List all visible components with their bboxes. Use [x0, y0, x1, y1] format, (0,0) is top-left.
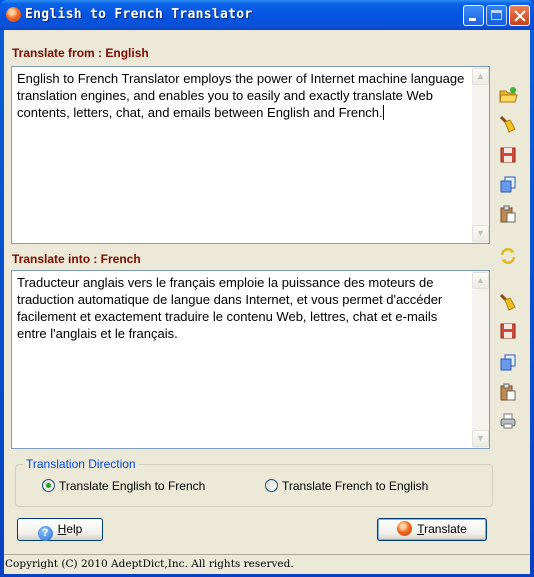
translate-button[interactable]: Translate: [377, 518, 487, 541]
clear-icon[interactable]: [498, 292, 518, 312]
translate-globe-icon: [397, 521, 413, 536]
radio-label: Translate English to French: [59, 479, 206, 493]
window-title: English to French Translator: [25, 7, 253, 22]
status-bar: Copyright (C) 2010 AdeptDict,Inc. All ri…: [4, 554, 530, 574]
source-text-input[interactable]: English to French Translator employs the…: [11, 66, 490, 244]
help-icon: ?: [37, 526, 53, 541]
copy-icon[interactable]: [498, 352, 518, 372]
app-globe-icon: [6, 7, 21, 22]
source-text: English to French Translator employs the…: [17, 71, 465, 120]
client-area: Translate from : English English to Fren…: [4, 30, 530, 574]
text-caret: [382, 105, 384, 120]
radio-unchecked-indicator[interactable]: [265, 479, 278, 492]
open-file-icon[interactable]: [498, 85, 518, 105]
minimize-button[interactable]: [463, 5, 484, 26]
scroll-down-button[interactable]: ▼: [472, 430, 489, 447]
scroll-down-button[interactable]: ▼: [472, 225, 489, 242]
scroll-up-button[interactable]: ▲: [472, 68, 489, 85]
clear-icon[interactable]: [498, 114, 518, 134]
title-bar[interactable]: English to French Translator: [0, 0, 534, 30]
paste-icon[interactable]: [498, 204, 518, 224]
source-scrollbar[interactable]: ▲ ▼: [472, 67, 489, 243]
maximize-button[interactable]: [486, 5, 507, 26]
direction-group-title: Translation Direction: [23, 457, 139, 471]
paste-icon[interactable]: [498, 382, 518, 402]
radio-english-to-french[interactable]: Translate English to French: [42, 479, 205, 493]
target-scrollbar[interactable]: ▲ ▼: [472, 271, 489, 448]
radio-french-to-english[interactable]: Translate French to English: [265, 479, 428, 493]
close-button[interactable]: [509, 5, 530, 26]
radio-checked-indicator[interactable]: [42, 479, 55, 492]
target-label: Translate into : French: [12, 252, 141, 266]
copy-icon[interactable]: [498, 174, 518, 194]
target-text: Traducteur anglais vers le français empl…: [17, 275, 443, 341]
target-text-output[interactable]: Traducteur anglais vers le français empl…: [11, 270, 490, 449]
app-window: English to French Translator Translate f…: [0, 0, 534, 577]
radio-label: Translate French to English: [282, 479, 429, 493]
source-label: Translate from : English: [12, 46, 149, 60]
copyright-text: Copyright (C) 2010 AdeptDict,Inc. All ri…: [5, 558, 294, 570]
save-icon[interactable]: [498, 145, 518, 165]
swap-icon[interactable]: [498, 246, 518, 266]
scroll-up-button[interactable]: ▲: [472, 272, 489, 289]
print-icon[interactable]: [498, 411, 518, 431]
help-button[interactable]: ? Help: [17, 518, 103, 541]
save-icon[interactable]: [498, 321, 518, 341]
